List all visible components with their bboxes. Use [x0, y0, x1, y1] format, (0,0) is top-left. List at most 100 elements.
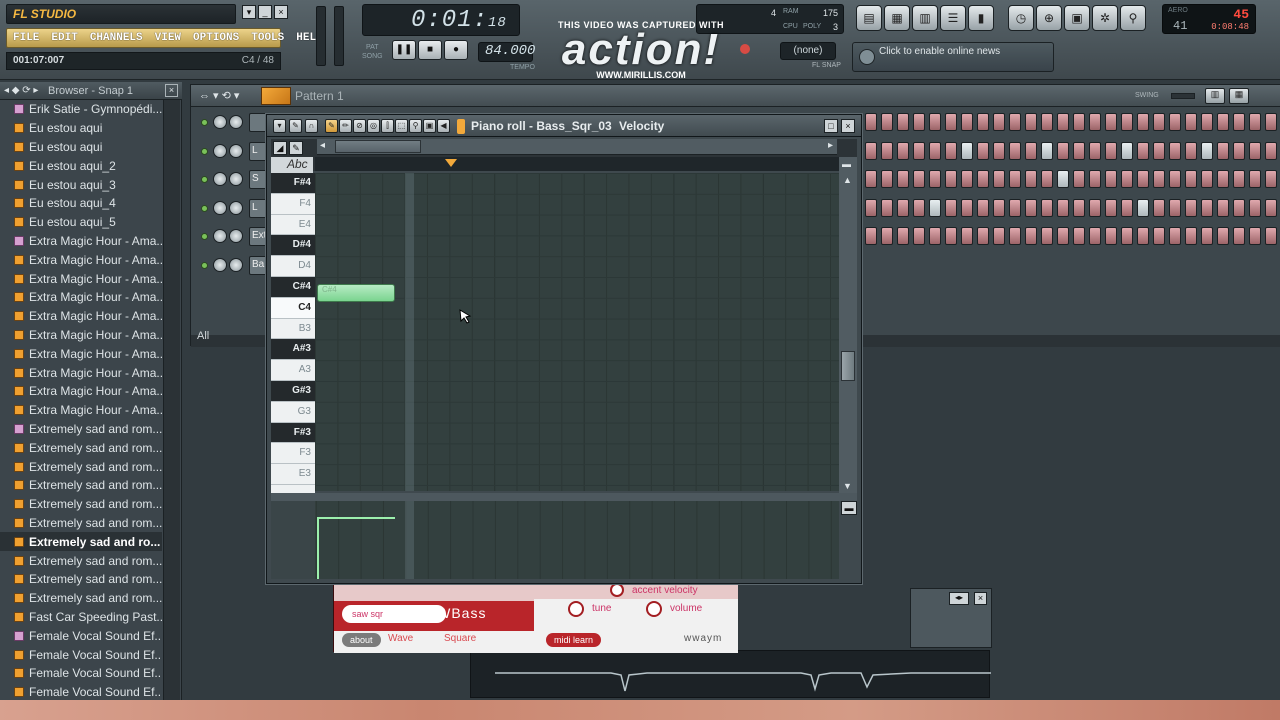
tempo-tap-icon[interactable]: ◷: [1008, 5, 1034, 31]
channel-led[interactable]: [201, 147, 208, 155]
step-button[interactable]: [961, 227, 973, 245]
step-button[interactable]: [1201, 113, 1213, 131]
plugin-nav-icon[interactable]: ◂▸: [949, 592, 969, 605]
playlist-icon[interactable]: ▤: [856, 5, 882, 31]
browser-item[interactable]: Extra Magic Hour - Ama...: [0, 232, 162, 251]
pause-button[interactable]: ❚❚: [392, 40, 416, 60]
channel-pan-knob[interactable]: [213, 257, 227, 272]
channel-pan-knob[interactable]: [213, 115, 227, 129]
step-button[interactable]: [1249, 113, 1261, 131]
pr-mute-icon[interactable]: ◎: [367, 119, 380, 133]
step-button[interactable]: [1217, 113, 1229, 131]
step-button[interactable]: [929, 227, 941, 245]
step-button[interactable]: [1217, 227, 1229, 245]
step-button[interactable]: [1265, 141, 1277, 160]
step-button[interactable]: [1201, 198, 1213, 217]
piano-key[interactable]: E4: [271, 215, 315, 236]
browser-item[interactable]: Erik Satie - Gymnopédi...: [0, 100, 162, 119]
pr-vscroll-thumb[interactable]: [841, 351, 855, 381]
channel-filter-select[interactable]: All: [197, 330, 209, 342]
step-button[interactable]: [913, 113, 925, 131]
menu-tools[interactable]: TOOLS: [245, 29, 290, 47]
step-button[interactable]: [1121, 141, 1133, 160]
browser-item[interactable]: Extra Magic Hour - Ama...: [0, 382, 162, 401]
piano-key[interactable]: F4: [271, 194, 315, 215]
browser-item[interactable]: Extremely sad and rom...: [0, 514, 162, 533]
step-button[interactable]: [945, 113, 957, 131]
step-button[interactable]: [1105, 113, 1117, 131]
browser-scrollbar[interactable]: [163, 100, 180, 700]
browser-item[interactable]: Extremely sad and rom...: [0, 589, 162, 608]
step-button[interactable]: [1089, 227, 1101, 245]
browser-item[interactable]: Extremely sad and rom...: [0, 551, 162, 570]
piano-key[interactable]: D#4: [271, 235, 315, 257]
browser-close-icon[interactable]: ×: [165, 84, 178, 97]
step-button[interactable]: [1249, 141, 1261, 160]
step-button[interactable]: [1121, 198, 1133, 217]
step-button[interactable]: [1217, 141, 1229, 160]
piano-roll-title[interactable]: Piano roll - Bass_Sqr_03: [471, 119, 612, 133]
step-button[interactable]: [1201, 227, 1213, 245]
step-button[interactable]: [1057, 113, 1069, 131]
plugin-close-icon[interactable]: ×: [974, 592, 987, 605]
browser-item[interactable]: Female Vocal Sound Ef...: [0, 664, 162, 683]
step-button[interactable]: [1073, 198, 1085, 217]
step-button[interactable]: [1073, 170, 1085, 188]
step-button[interactable]: [1153, 141, 1165, 160]
step-button[interactable]: [961, 141, 973, 160]
step-button[interactable]: [1137, 198, 1149, 217]
step-button[interactable]: [1025, 170, 1037, 188]
browser-item[interactable]: Extra Magic Hour - Ama...: [0, 307, 162, 326]
about-button[interactable]: about: [342, 633, 381, 647]
pr-magnet-icon[interactable]: ∩: [305, 119, 318, 133]
step-button[interactable]: [1089, 170, 1101, 188]
browser-item[interactable]: Extremely sad and rom...: [0, 457, 162, 476]
step-button[interactable]: [1169, 227, 1181, 245]
step-button[interactable]: [913, 141, 925, 160]
step-button[interactable]: [1185, 227, 1197, 245]
step-button[interactable]: [865, 198, 877, 217]
step-button[interactable]: [993, 113, 1005, 131]
step-button[interactable]: [1169, 170, 1181, 188]
menu-edit[interactable]: EDIT: [45, 29, 83, 47]
step-button[interactable]: [1217, 170, 1229, 188]
step-button[interactable]: [1249, 227, 1261, 245]
step-button[interactable]: [1121, 113, 1133, 131]
step-button[interactable]: [1057, 141, 1069, 160]
pattern-selector[interactable]: Pattern 1: [295, 89, 344, 103]
step-button[interactable]: [1073, 113, 1085, 131]
browser-item[interactable]: Extremely sad and rom...: [0, 495, 162, 514]
close-button[interactable]: ×: [274, 5, 288, 19]
step-button[interactable]: [913, 198, 925, 217]
step-button[interactable]: [929, 170, 941, 188]
step-button[interactable]: [945, 141, 957, 160]
piano-roll-ruler[interactable]: [315, 157, 839, 171]
pr-select-icon[interactable]: ⬚: [395, 119, 408, 133]
step-button[interactable]: [961, 113, 973, 131]
tempo-display[interactable]: 84.000: [478, 42, 535, 62]
save-icon[interactable]: ▣: [1064, 5, 1090, 31]
step-button[interactable]: [1137, 170, 1149, 188]
browser-item[interactable]: Female Vocal Sound Ef...: [0, 645, 162, 664]
browser-item[interactable]: Eu estou aqui: [0, 138, 162, 157]
step-button[interactable]: [1025, 227, 1037, 245]
minimize-button[interactable]: _: [258, 5, 272, 19]
channel-volume-knob[interactable]: [229, 229, 243, 243]
step-button[interactable]: [1169, 113, 1181, 131]
browser-item[interactable]: Extra Magic Hour - Ama...: [0, 250, 162, 269]
piano-key[interactable]: A3: [271, 360, 315, 381]
rack-menu-icons[interactable]: ⇔ ▾ ⟲ ▾: [199, 89, 239, 102]
browser-item[interactable]: Extremely sad and ro...: [0, 532, 162, 552]
step-button[interactable]: [913, 170, 925, 188]
stop-button[interactable]: ■: [418, 40, 442, 60]
step-button[interactable]: [897, 141, 909, 160]
step-button[interactable]: [1233, 227, 1245, 245]
step-button[interactable]: [993, 198, 1005, 217]
piano-key[interactable]: C#4: [271, 277, 315, 298]
step-button[interactable]: [865, 141, 877, 160]
step-button[interactable]: [881, 170, 893, 188]
step-button[interactable]: [977, 113, 989, 131]
velocity-collapse-icon[interactable]: ▬: [841, 501, 857, 515]
step-button[interactable]: [1057, 198, 1069, 217]
step-button[interactable]: [913, 227, 925, 245]
